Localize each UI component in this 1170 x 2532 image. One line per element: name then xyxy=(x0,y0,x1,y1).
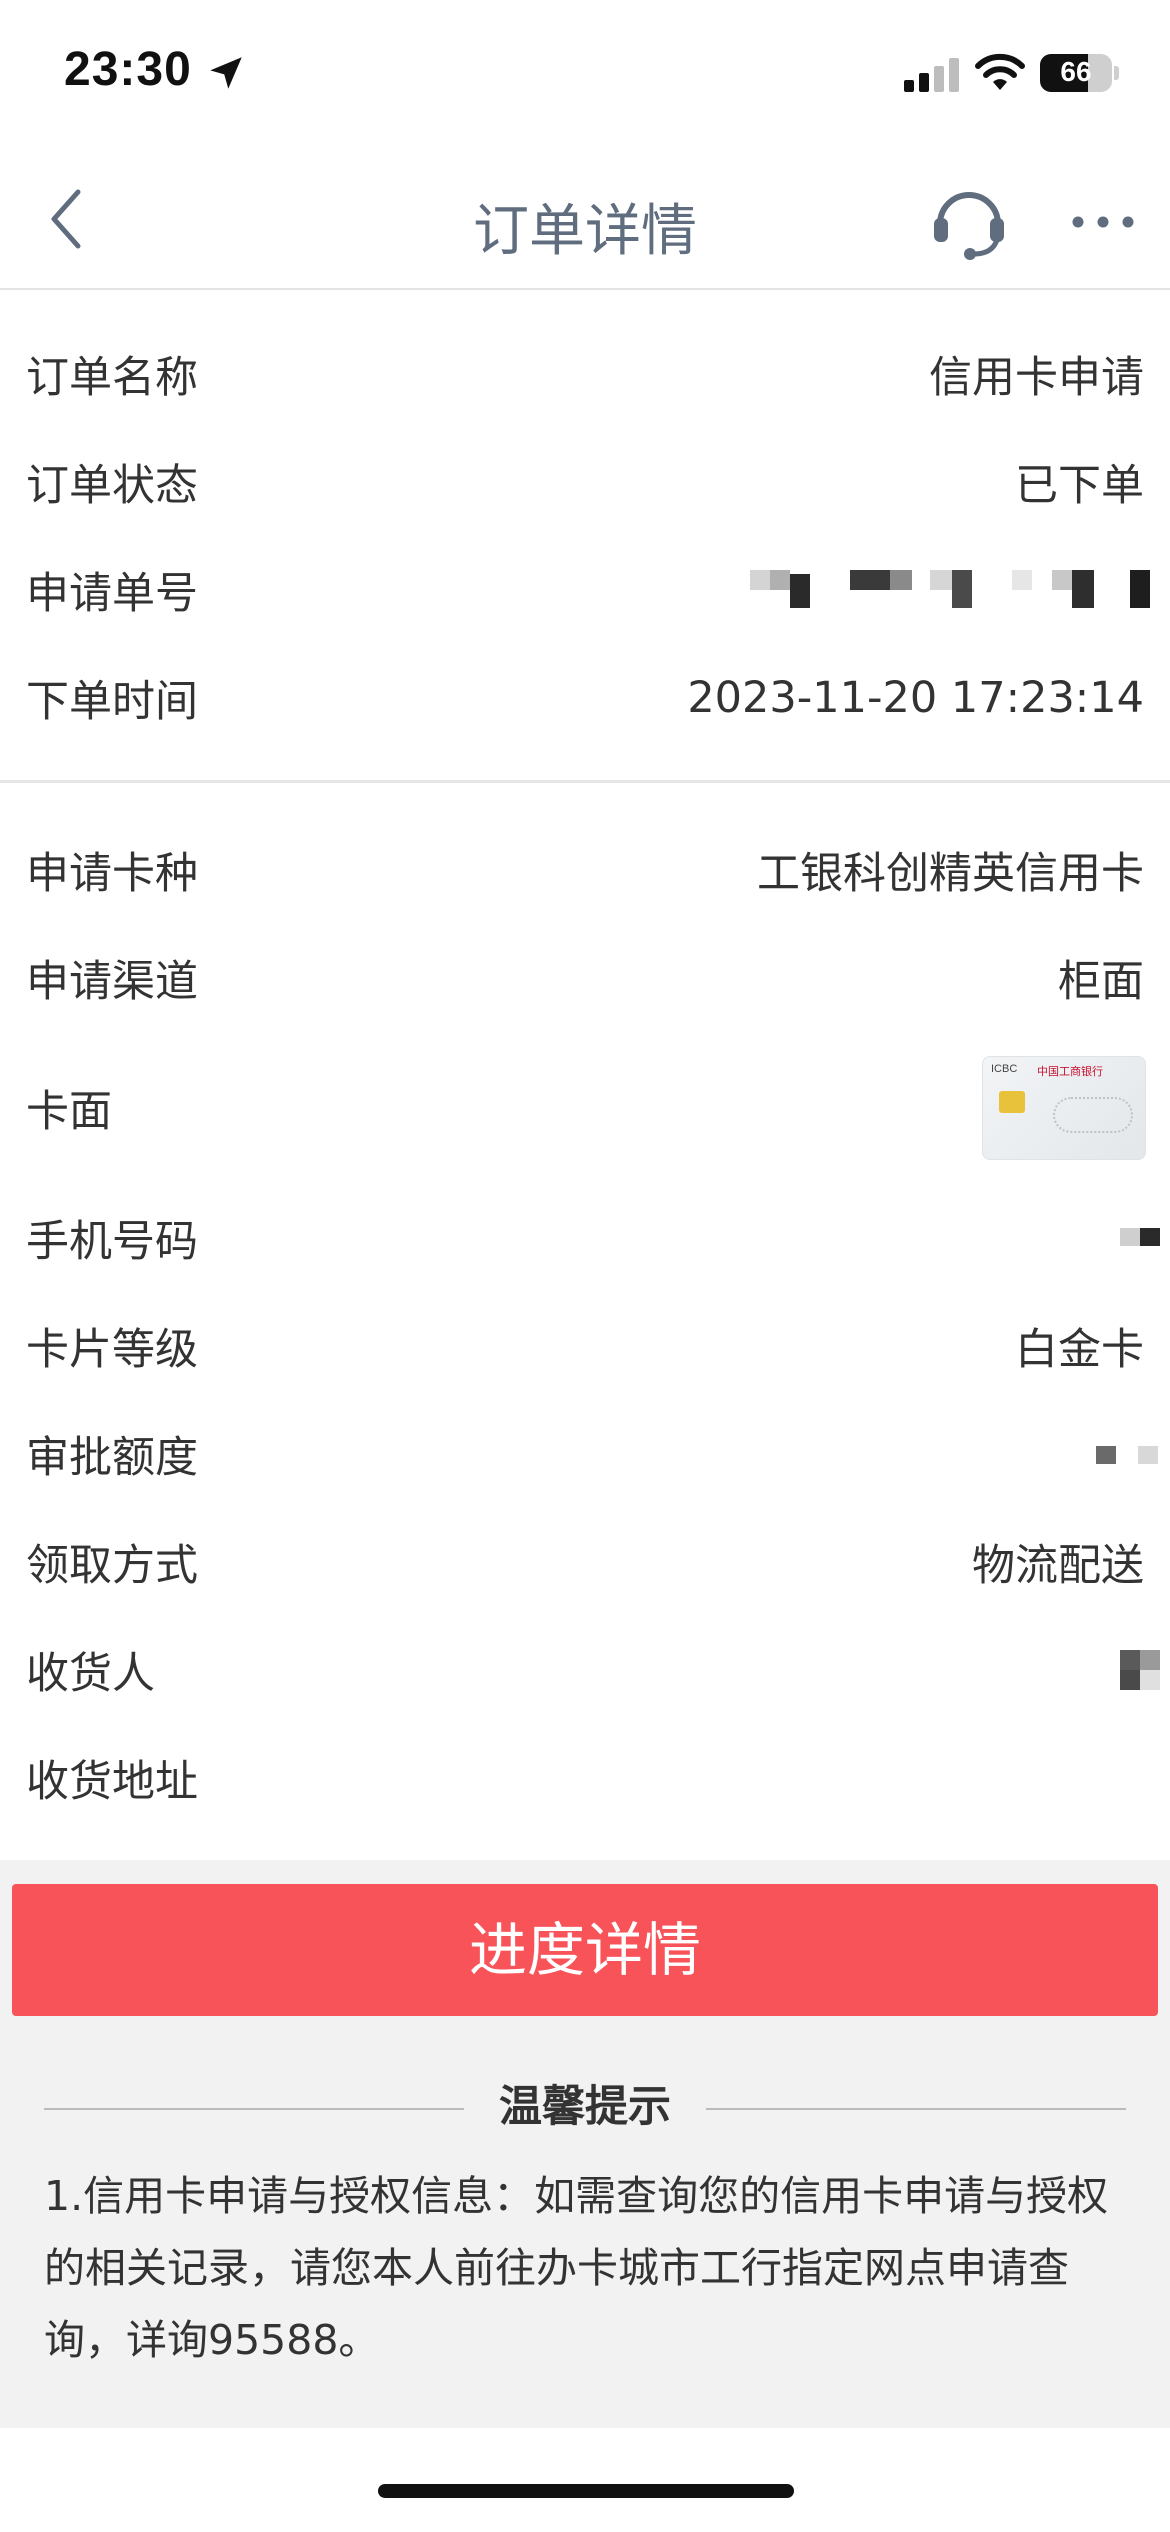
row-card-face: 卡面 ICBC 中国工商银行 xyxy=(0,1032,1170,1184)
card-level-value: 白金卡 xyxy=(1015,1325,1144,1375)
tips-body: 1.信用卡申请与授权信息：如需查询您的信用卡申请与授权的相关记录，请您本人前往办… xyxy=(44,2172,1109,2364)
order-time-label: 下单时间 xyxy=(26,677,198,727)
card-details-section: 申请卡种 工银科创精英信用卡 申请渠道 柜面 卡面 ICBC 中国工商银行 手机… xyxy=(0,816,1170,1832)
order-name-value: 信用卡申请 xyxy=(929,353,1144,403)
row-order-number: 申请单号 xyxy=(0,536,1170,644)
channel-label: 申请渠道 xyxy=(26,957,198,1007)
tips-title: 温馨提示 xyxy=(499,2082,671,2132)
card-level-label: 卡片等级 xyxy=(26,1325,198,1375)
status-time: 23:30 xyxy=(64,43,192,96)
phone-redacted xyxy=(1120,1222,1160,1246)
order-number-label: 申请单号 xyxy=(26,569,198,619)
order-number-redacted xyxy=(750,566,1160,616)
pickup-label: 领取方式 xyxy=(26,1541,198,1591)
row-limit: 审批额度 xyxy=(0,1400,1170,1508)
progress-details-button[interactable]: 进度详情 xyxy=(12,1884,1158,2016)
card-chip-icon xyxy=(999,1091,1025,1113)
card-face-image[interactable]: ICBC 中国工商银行 xyxy=(982,1056,1146,1160)
section-divider xyxy=(0,780,1170,783)
address-label: 收货地址 xyxy=(26,1757,198,1807)
recipient-label: 收货人 xyxy=(26,1649,155,1699)
cellular-signal-icon xyxy=(904,58,959,92)
location-arrow-icon xyxy=(210,57,242,89)
row-address: 收货地址 xyxy=(0,1724,1170,1832)
wifi-icon xyxy=(975,53,1025,90)
card-brand-en: ICBC xyxy=(991,1063,1018,1075)
more-dots-icon[interactable] xyxy=(1070,208,1136,236)
battery-percent: 66 xyxy=(1060,56,1092,87)
row-recipient: 收货人 xyxy=(0,1616,1170,1724)
row-order-name: 订单名称 信用卡申请 xyxy=(0,320,1170,428)
order-status-label: 订单状态 xyxy=(26,461,198,511)
card-pattern xyxy=(1053,1097,1133,1133)
row-card-type: 申请卡种 工银科创精英信用卡 xyxy=(0,816,1170,924)
order-status-value: 已下单 xyxy=(1015,461,1144,511)
row-pickup: 领取方式 物流配送 xyxy=(0,1508,1170,1616)
home-indicator[interactable] xyxy=(378,2484,794,2498)
limit-redacted xyxy=(1096,1440,1160,1464)
row-order-status: 订单状态 已下单 xyxy=(0,428,1170,536)
headset-icon[interactable] xyxy=(928,180,1010,262)
nav-bar: 订单详情 xyxy=(0,150,1170,290)
battery-tip xyxy=(1114,66,1119,80)
row-channel: 申请渠道 柜面 xyxy=(0,924,1170,1032)
order-time-value: 2023-11-20 17:23:14 xyxy=(687,673,1144,723)
order-name-label: 订单名称 xyxy=(26,353,198,403)
phone-label: 手机号码 xyxy=(26,1217,198,1267)
card-type-value: 工银科创精英信用卡 xyxy=(757,849,1144,899)
card-brand-cn: 中国工商银行 xyxy=(1037,1065,1103,1078)
recipient-redacted xyxy=(1120,1650,1160,1694)
battery-indicator: 66 xyxy=(1040,54,1112,92)
limit-label: 审批额度 xyxy=(26,1433,198,1483)
order-info-section: 订单名称 信用卡申请 订单状态 已下单 申请单号 下单时间 2023-11-20… xyxy=(0,320,1170,752)
status-bar: 23:30 66 xyxy=(0,0,1170,150)
row-phone: 手机号码 xyxy=(0,1184,1170,1292)
channel-value: 柜面 xyxy=(1058,957,1144,1007)
tip-divider-right xyxy=(706,2108,1126,2110)
row-card-level: 卡片等级 白金卡 xyxy=(0,1292,1170,1400)
bottom-panel: 进度详情 温馨提示 1.信用卡申请与授权信息：如需查询您的信用卡申请与授权的相关… xyxy=(0,1860,1170,2428)
tip-divider-left xyxy=(44,2108,464,2110)
pickup-value: 物流配送 xyxy=(972,1541,1144,1591)
row-order-time: 下单时间 2023-11-20 17:23:14 xyxy=(0,644,1170,752)
card-face-label: 卡面 xyxy=(26,1087,112,1137)
card-type-label: 申请卡种 xyxy=(26,849,198,899)
